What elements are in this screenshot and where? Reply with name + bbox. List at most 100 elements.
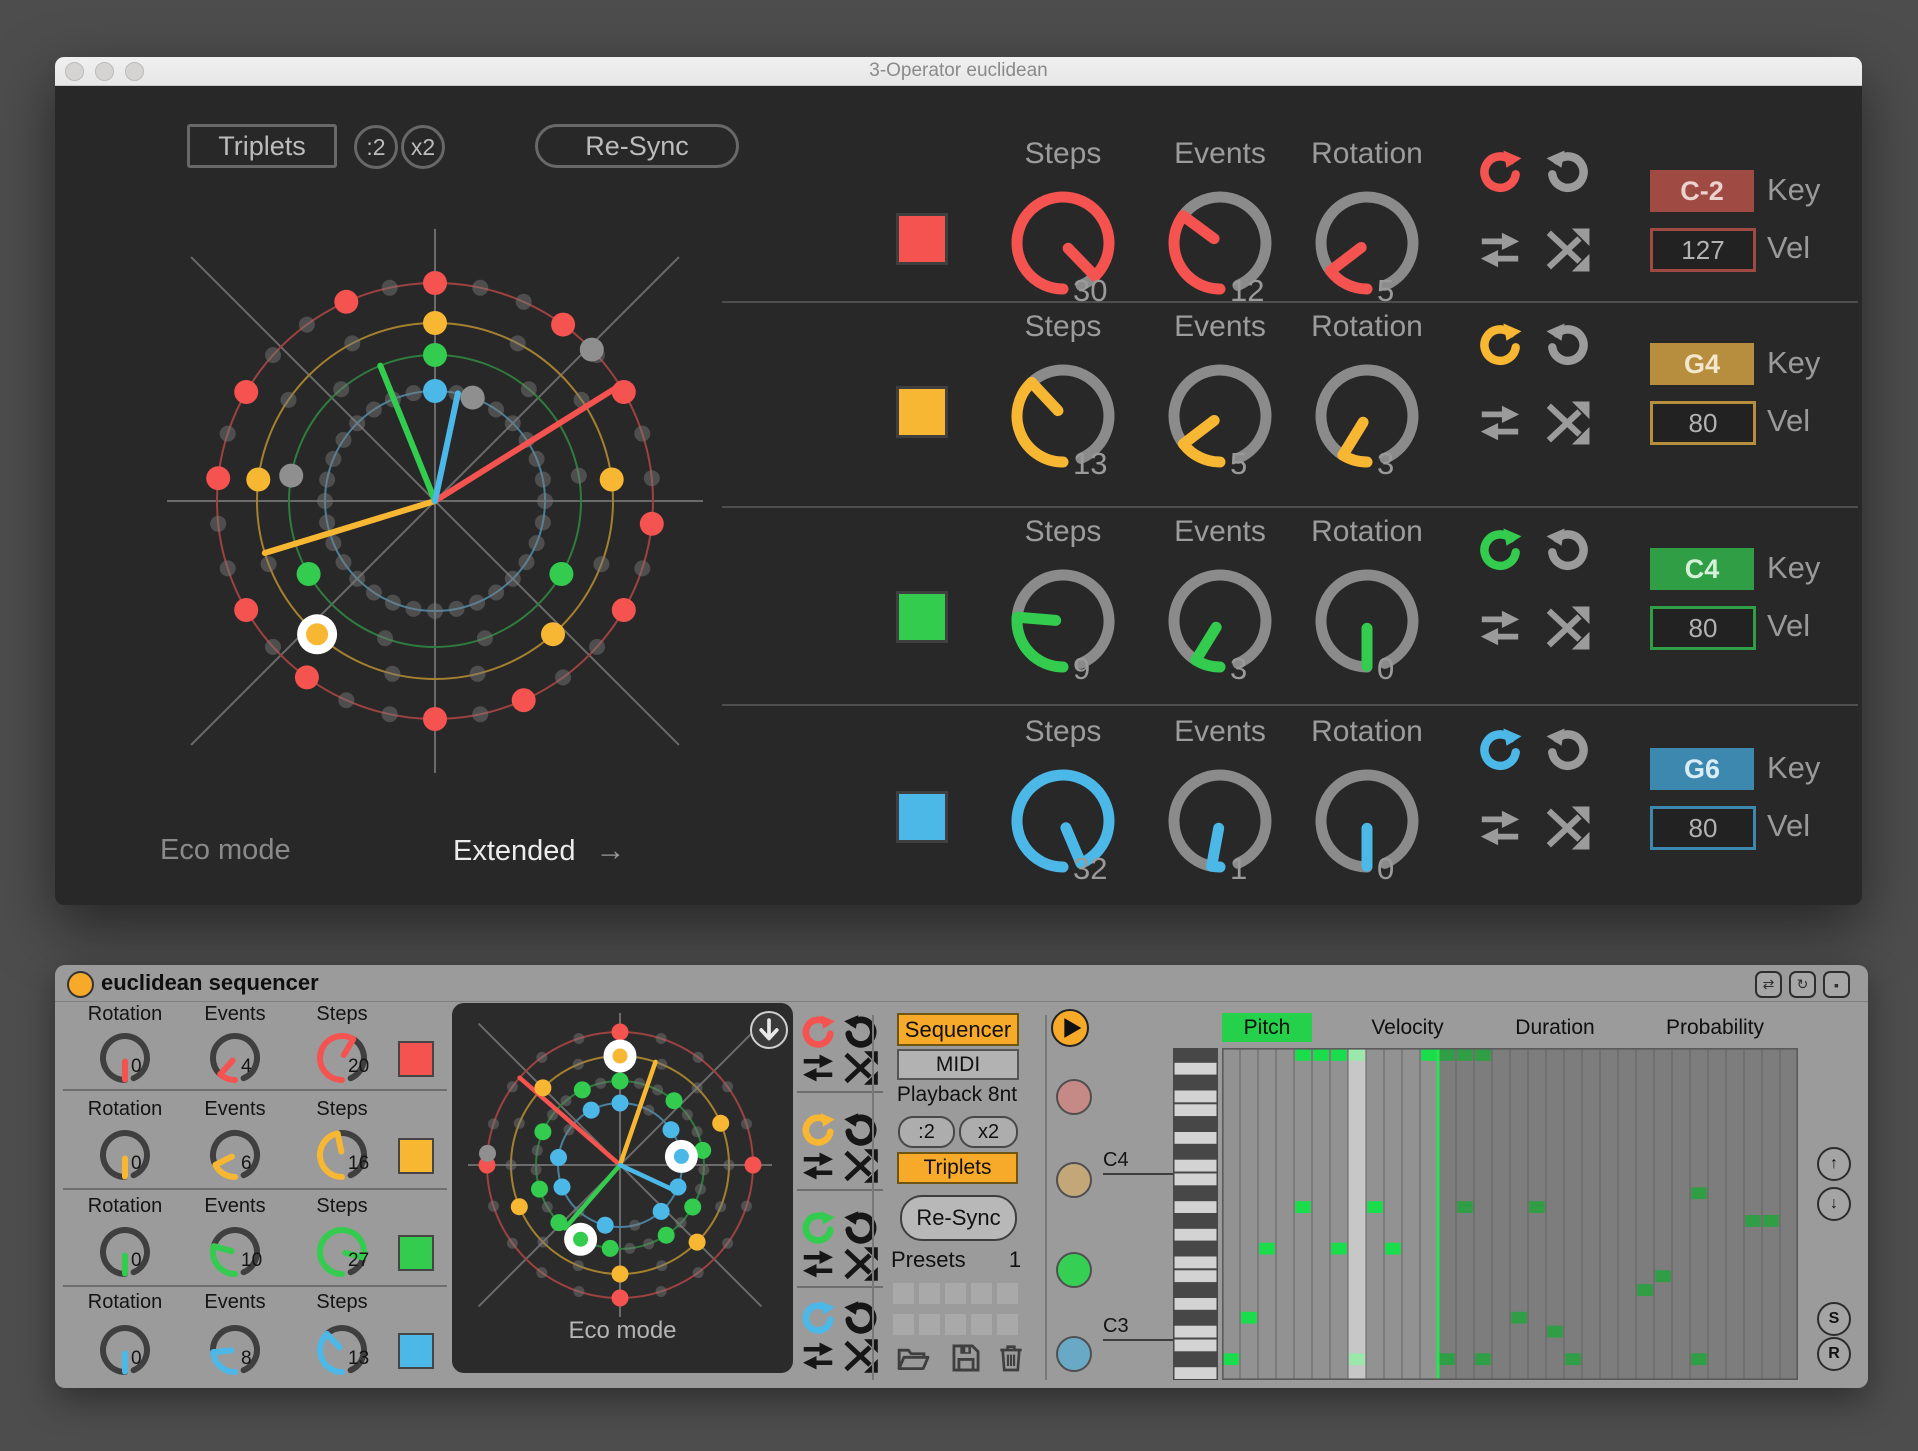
events-knob[interactable]	[205, 1125, 265, 1185]
rotate-cw-button[interactable]	[800, 1014, 836, 1050]
vel-field[interactable]: 127	[1650, 228, 1756, 272]
preset-slot[interactable]	[997, 1314, 1018, 1335]
rotate-ccw-button[interactable]	[1545, 322, 1591, 368]
key-field[interactable]: G4	[1650, 343, 1754, 385]
titlebar[interactable]: 3-Operator euclidean	[55, 57, 1862, 86]
preset-slot[interactable]	[971, 1283, 992, 1304]
reverse-button[interactable]	[1477, 400, 1523, 446]
resync-button[interactable]: Re-Sync	[900, 1195, 1017, 1241]
reverse-button[interactable]	[800, 1338, 836, 1374]
steps-label: Steps	[978, 310, 1148, 344]
shuffle-button[interactable]	[1545, 605, 1591, 651]
track-color-swatch[interactable]	[398, 1138, 434, 1174]
rotate-cw-button[interactable]	[1477, 527, 1523, 573]
reverse-button[interactable]	[800, 1148, 836, 1184]
piano-keyboard[interactable]	[1173, 1048, 1218, 1380]
rotate-cw-button[interactable]	[800, 1300, 836, 1336]
rotation-knob-value: 0	[1377, 651, 1467, 687]
double-rate-button[interactable]: x2	[959, 1116, 1018, 1148]
piano-roll-grid[interactable]	[1222, 1048, 1798, 1380]
save-icon[interactable]: ▪	[1823, 971, 1850, 998]
preset-number-field[interactable]: 1	[997, 1247, 1033, 1273]
shuffle-button[interactable]	[1545, 400, 1591, 446]
device-on-toggle[interactable]	[67, 971, 94, 998]
rotate-cw-button[interactable]	[800, 1112, 836, 1148]
rotate-cw-button[interactable]	[1477, 727, 1523, 773]
octave-down-button[interactable]: ↓	[1817, 1187, 1851, 1221]
sequencer-mode-button[interactable]: Sequencer	[897, 1013, 1019, 1046]
tab-duration[interactable]: Duration	[1495, 1013, 1615, 1042]
preset-slot[interactable]	[971, 1314, 992, 1335]
steps-knob-value: 13	[348, 1348, 369, 1370]
device-title: euclidean sequencer	[101, 970, 319, 996]
vel-field[interactable]: 80	[1650, 401, 1756, 445]
tab-probability[interactable]: Probability	[1645, 1013, 1785, 1042]
rotate-ccw-button[interactable]	[1545, 149, 1591, 195]
preset-slot[interactable]	[893, 1314, 914, 1335]
track-color-swatch[interactable]	[896, 791, 948, 843]
triplets-button[interactable]: Triplets	[897, 1152, 1018, 1184]
rotation-knob-value: 0	[131, 1056, 142, 1078]
hotswap-icon[interactable]: ⇄	[1755, 971, 1782, 998]
track-color-swatch[interactable]	[398, 1041, 434, 1077]
reverse-button[interactable]	[1477, 227, 1523, 273]
octave-up-button[interactable]: ↑	[1817, 1147, 1851, 1181]
reverse-button[interactable]	[1477, 805, 1523, 851]
track-monitor-circle[interactable]	[1056, 1162, 1092, 1198]
events-knob-value: 4	[241, 1056, 252, 1078]
half-rate-button[interactable]: :2	[898, 1116, 955, 1148]
preset-slot[interactable]	[893, 1283, 914, 1304]
trash-icon[interactable]	[995, 1341, 1027, 1375]
euclidean-circle-display[interactable]	[100, 156, 740, 916]
rotate-cw-button[interactable]	[1477, 322, 1523, 368]
steps-label: Steps	[282, 1195, 402, 1218]
rotation-label: Rotation	[65, 1098, 185, 1121]
shuffle-button[interactable]	[1545, 227, 1591, 273]
track-color-swatch[interactable]	[896, 591, 948, 643]
track-color-swatch[interactable]	[398, 1333, 434, 1369]
preset-slot[interactable]	[945, 1283, 966, 1304]
tab-velocity[interactable]: Velocity	[1345, 1013, 1470, 1042]
track-monitor-circle[interactable]	[1056, 1079, 1092, 1115]
track-color-swatch[interactable]	[896, 386, 948, 438]
track-monitor-circle[interactable]	[1056, 1252, 1092, 1288]
preset-slot[interactable]	[997, 1283, 1018, 1304]
events-knob[interactable]	[205, 1320, 265, 1380]
reverse-button[interactable]	[1477, 605, 1523, 651]
track-color-swatch[interactable]	[398, 1235, 434, 1271]
rotation-knob[interactable]	[95, 1125, 155, 1185]
rotation-knob[interactable]	[95, 1320, 155, 1380]
rotate-ccw-button[interactable]	[1545, 727, 1591, 773]
save-floppy-icon[interactable]	[949, 1341, 983, 1375]
device-titlebar[interactable]: euclidean sequencer ⇄ ↻ ▪	[55, 965, 1868, 1002]
vel-label: Vel	[1767, 808, 1810, 844]
rotation-knob[interactable]	[95, 1028, 155, 1088]
tab-pitch[interactable]: Pitch	[1222, 1013, 1312, 1042]
rotate-ccw-button[interactable]	[1545, 527, 1591, 573]
load-folder-icon[interactable]	[895, 1341, 933, 1375]
pop-out-down-icon[interactable]	[750, 1011, 788, 1049]
extended-mode-button[interactable]: Extended →	[453, 834, 626, 868]
events-knob[interactable]	[205, 1028, 265, 1088]
reverse-button[interactable]	[800, 1050, 836, 1086]
reverse-button[interactable]	[800, 1246, 836, 1282]
shuffle-button[interactable]	[1545, 805, 1591, 851]
rotate-cw-button[interactable]	[1477, 149, 1523, 195]
preset-slot[interactable]	[945, 1314, 966, 1335]
rotation-knob[interactable]	[95, 1222, 155, 1282]
reset-button[interactable]: R	[1817, 1337, 1851, 1371]
vel-field[interactable]: 80	[1650, 806, 1756, 850]
preset-slot[interactable]	[919, 1314, 940, 1335]
sync-icon[interactable]: ↻	[1789, 971, 1816, 998]
key-field[interactable]: C4	[1650, 548, 1754, 590]
vel-field[interactable]: 80	[1650, 606, 1756, 650]
preset-slot[interactable]	[919, 1283, 940, 1304]
midi-mode-button[interactable]: MIDI	[897, 1049, 1019, 1080]
play-button[interactable]	[1051, 1009, 1089, 1047]
track-color-swatch[interactable]	[896, 213, 948, 265]
solo-button[interactable]: S	[1817, 1302, 1851, 1336]
rotate-cw-button[interactable]	[800, 1210, 836, 1246]
key-field[interactable]: C-2	[1650, 170, 1754, 212]
track-monitor-circle[interactable]	[1056, 1336, 1092, 1372]
key-field[interactable]: G6	[1650, 748, 1754, 790]
